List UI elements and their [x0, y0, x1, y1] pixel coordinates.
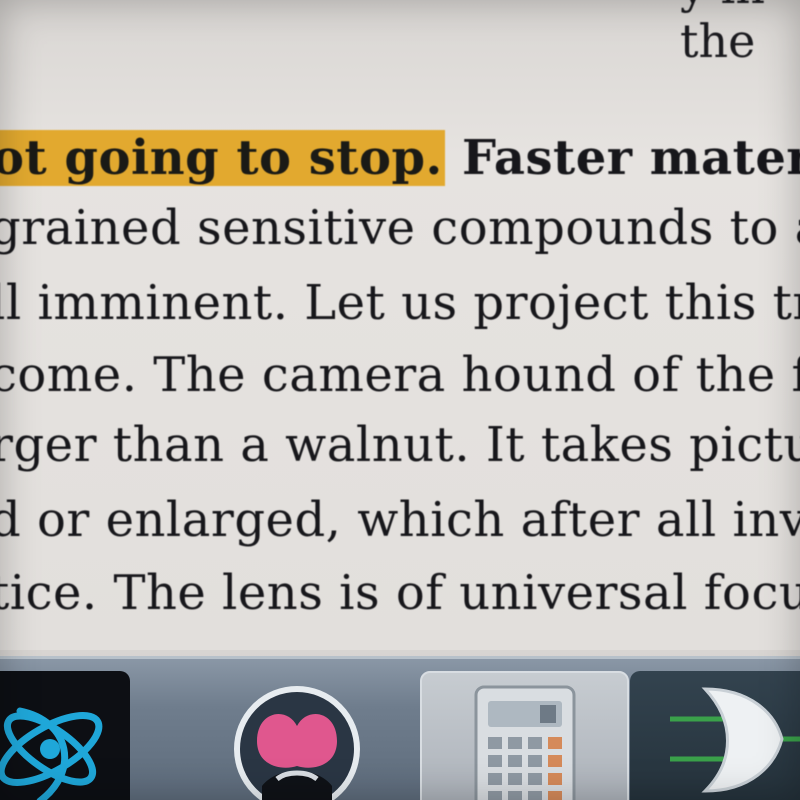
or-gate-icon — [670, 687, 800, 793]
text-line-6: d or enlarged, which after all involve — [0, 492, 800, 548]
document-page: y in the ot going to stop. Faster materi… — [0, 0, 800, 650]
taskbar-item-swirl[interactable] — [0, 671, 130, 800]
taskbar — [0, 656, 800, 800]
text-line-2: grained sensitive compounds to allo — [0, 200, 800, 256]
text-line-7: tice. The lens is of universal focus, d — [0, 565, 800, 621]
taskbar-item-avatar[interactable] — [222, 671, 372, 800]
pink-avatar-icon — [234, 686, 360, 800]
taskbar-item-calculator[interactable] — [420, 671, 629, 800]
text-line-5: rger than a walnut. It takes pictures — [0, 417, 800, 473]
text-line-4: come. The camera hound of the futu — [0, 347, 800, 403]
swirl-logo-icon — [0, 707, 103, 800]
line-text: Faster material and — [461, 130, 800, 186]
highlighted-text: ot going to stop. — [0, 130, 445, 186]
top-text-fragment: y in the — [680, 0, 765, 68]
text-line-1: ot going to stop. Faster material and — [0, 128, 800, 188]
taskbar-item-logic-gate[interactable] — [630, 671, 800, 800]
calculator-icon — [474, 685, 576, 800]
text-line-3: ll imminent. Let us project this tren — [0, 275, 800, 331]
screen: y in the ot going to stop. Faster materi… — [0, 0, 800, 800]
